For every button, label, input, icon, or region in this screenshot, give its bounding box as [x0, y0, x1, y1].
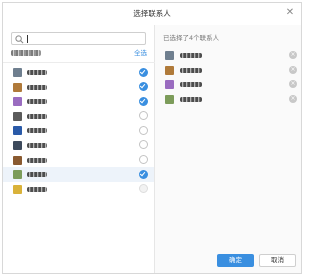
close-icon[interactable]: ✕ — [284, 7, 296, 19]
contact-row[interactable] — [3, 109, 154, 124]
remove-icon[interactable]: × — [289, 51, 297, 59]
avatar — [165, 65, 174, 75]
contact-name — [27, 186, 47, 192]
checked-circle-icon[interactable] — [139, 82, 148, 92]
contact-row[interactable] — [3, 167, 154, 182]
contact-row[interactable] — [3, 182, 154, 197]
contact-row[interactable] — [3, 65, 154, 80]
selected-contact-row: × — [155, 63, 301, 78]
contact-name — [27, 70, 47, 75]
group-label — [11, 50, 41, 56]
contact-picker-pane: 全选 — [3, 25, 155, 273]
select-contacts-dialog: 选择联系人 ✕ 全选 已选择了4个联系人 × × × × — [2, 2, 302, 274]
divider — [3, 62, 155, 63]
remove-icon[interactable]: × — [289, 94, 297, 103]
contact-name — [27, 84, 47, 90]
contact-name — [27, 172, 47, 178]
selected-contact-row: × — [155, 48, 301, 63]
select-all-row: 全选 — [11, 48, 147, 58]
avatar — [13, 155, 22, 165]
search-icon — [15, 35, 24, 44]
unchecked-circle-icon[interactable] — [139, 111, 148, 121]
dialog-title: 选择联系人 — [133, 9, 171, 18]
contact-row[interactable] — [3, 80, 154, 95]
unchecked-circle-icon[interactable] — [139, 155, 148, 165]
contact-name — [27, 142, 47, 148]
avatar — [165, 80, 174, 90]
contact-name — [27, 99, 47, 105]
contact-row[interactable] — [3, 153, 154, 168]
avatar — [13, 140, 22, 150]
contact-name — [180, 96, 202, 102]
avatar — [13, 82, 22, 92]
contact-name — [27, 113, 47, 119]
selected-contact-row: × — [155, 92, 301, 107]
contact-list — [3, 65, 154, 196]
avatar — [13, 68, 22, 77]
checked-circle-icon[interactable] — [139, 67, 148, 77]
checked-circle-icon[interactable] — [139, 96, 148, 106]
avatar — [13, 126, 22, 136]
selected-contacts-pane: 已选择了4个联系人 × × × × — [155, 25, 301, 273]
avatar — [13, 97, 22, 107]
contact-name — [180, 67, 202, 73]
remove-icon[interactable]: × — [289, 65, 297, 74]
avatar — [165, 94, 174, 104]
remove-icon[interactable]: × — [289, 80, 297, 89]
contact-row[interactable] — [3, 138, 154, 153]
selected-list: × × × × — [155, 48, 301, 106]
select-all-button[interactable]: 全选 — [134, 48, 147, 58]
avatar — [13, 111, 22, 121]
contact-row[interactable] — [3, 94, 154, 109]
cancel-button[interactable]: 取消 — [259, 254, 296, 267]
selected-contact-row: × — [155, 77, 301, 92]
text-caret — [27, 35, 28, 43]
contact-row[interactable] — [3, 123, 154, 138]
avatar — [165, 51, 174, 60]
search-input[interactable] — [26, 34, 141, 44]
contact-name — [180, 53, 202, 58]
contact-name — [27, 157, 47, 163]
unchecked-circle-icon[interactable] — [139, 125, 148, 135]
avatar — [13, 170, 22, 180]
checked-circle-icon[interactable] — [139, 169, 148, 179]
confirm-button[interactable]: 确定 — [217, 254, 254, 267]
avatar — [13, 184, 22, 194]
contact-name — [180, 82, 202, 88]
search-box[interactable] — [11, 32, 146, 45]
unchecked-circle-icon[interactable] — [139, 140, 148, 150]
selected-count-label: 已选择了4个联系人 — [163, 34, 220, 42]
contact-name — [27, 128, 47, 134]
unchecked-circle-icon — [139, 184, 148, 194]
